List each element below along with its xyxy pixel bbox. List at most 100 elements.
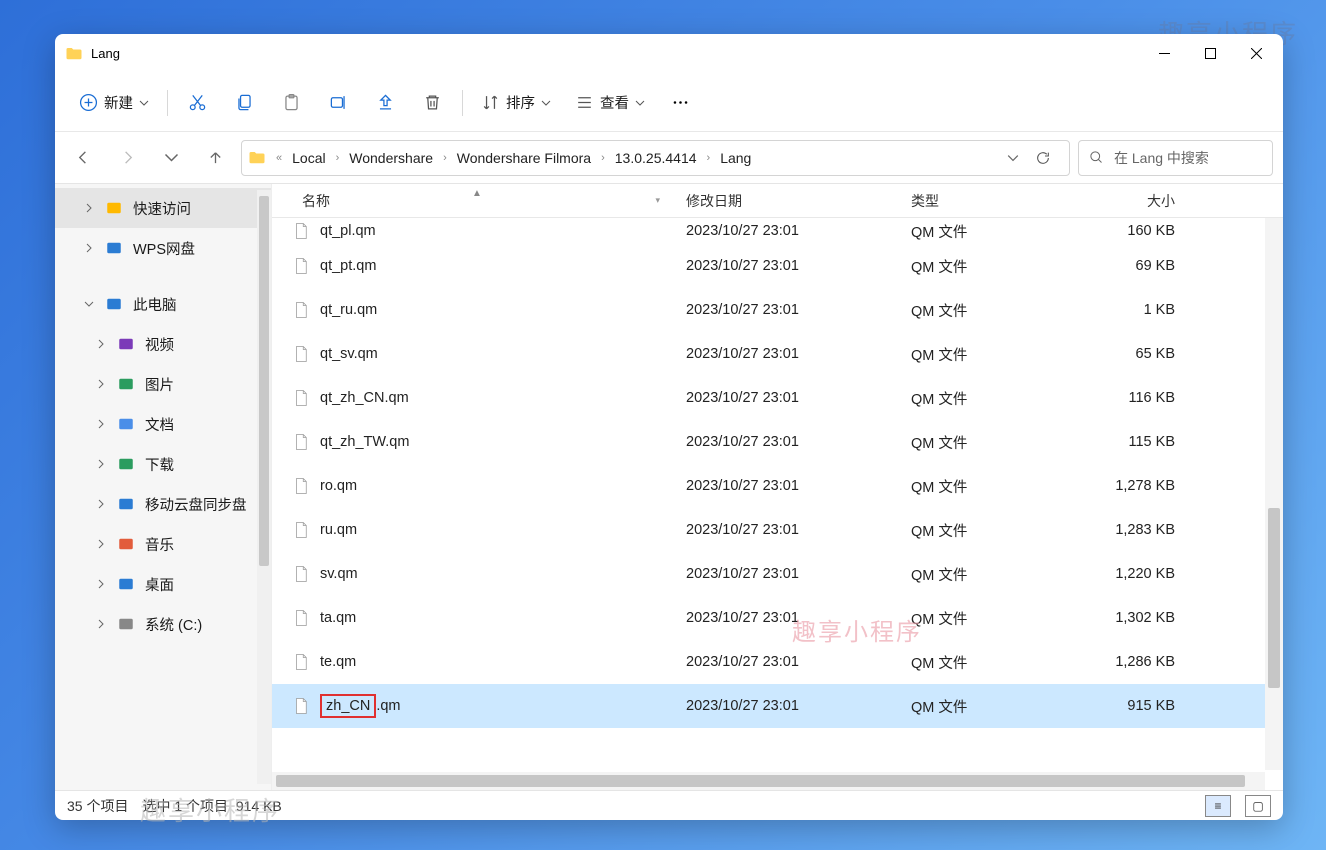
file-type: QM 文件 [901,520,1083,541]
file-size: 116 KB [1083,390,1193,406]
new-button[interactable]: 新建 [67,83,161,123]
sidebar-item-download[interactable]: 下载 [55,444,271,484]
expand-icon [95,498,107,510]
forward-button[interactable] [109,140,145,176]
breadcrumb[interactable]: « Local› Wondershare› Wondershare Filmor… [241,140,1070,176]
horizontal-scrollbar[interactable] [272,772,1265,790]
paste-button[interactable] [268,83,315,123]
share-icon [376,93,395,112]
sidebar-item-disk[interactable]: 系统 (C:) [55,604,271,644]
expand-icon [95,418,107,430]
file-type: QM 文件 [901,432,1083,453]
share-button[interactable] [362,83,409,123]
folder-icon [248,149,266,167]
view-button[interactable]: 查看 [563,83,657,123]
breadcrumb-item[interactable]: Local [292,150,325,166]
titlebar: Lang [55,34,1283,74]
file-icon [292,697,310,715]
minimize-button[interactable] [1141,36,1187,72]
sidebar-label: 音乐 [145,534,174,555]
sidebar-item-pc[interactable]: 此电脑 [55,284,271,324]
sidebar-label: WPS网盘 [133,238,195,259]
column-name[interactable]: ▲名称▾ [292,191,676,211]
sort-icon [481,93,500,112]
expand-icon [95,378,107,390]
tiles-view-button[interactable]: ▢ [1245,795,1271,817]
sidebar-item-music[interactable]: 音乐 [55,524,271,564]
breadcrumb-item[interactable]: Lang [720,150,751,166]
file-date: 2023/10/27 23:01 [676,698,901,714]
file-size: 1,302 KB [1083,610,1193,626]
file-row[interactable]: zh_CN.qm2023/10/27 23:01QM 文件915 KB [272,684,1283,728]
sidebar-item-doc[interactable]: 文档 [55,404,271,444]
expand-icon [95,618,107,630]
file-date: 2023/10/27 23:01 [676,390,901,406]
sidebar-item-star[interactable]: 快速访问 [55,188,271,228]
column-type[interactable]: 类型 [901,191,1083,211]
file-icon [292,609,310,627]
address-bar: « Local› Wondershare› Wondershare Filmor… [55,132,1283,184]
file-row[interactable]: ro.qm2023/10/27 23:01QM 文件1,278 KB [272,464,1283,508]
back-button[interactable] [65,140,101,176]
rename-button[interactable] [315,83,362,123]
sidebar-item-desktop[interactable]: 桌面 [55,564,271,604]
sidebar-item-sync[interactable]: 移动云盘同步盘 [55,484,271,524]
file-size: 1,283 KB [1083,522,1193,538]
file-type: QM 文件 [901,344,1083,365]
cut-button[interactable] [174,83,221,123]
file-name: ro.qm [320,478,676,494]
column-date[interactable]: 修改日期 [676,191,901,211]
sync-icon [117,495,135,513]
file-type: QM 文件 [901,696,1083,717]
breadcrumb-item[interactable]: Wondershare [349,150,433,166]
more-button[interactable] [657,83,704,123]
breadcrumb-item[interactable]: Wondershare Filmora [457,150,591,166]
item-count: 35 个项目 [67,796,128,816]
file-type: QM 文件 [901,300,1083,321]
search-input[interactable]: 在 Lang 中搜索 [1078,140,1273,176]
sidebar-scrollbar[interactable] [257,190,271,784]
file-row[interactable]: qt_zh_CN.qm2023/10/27 23:01QM 文件116 KB [272,376,1283,420]
file-type: QM 文件 [901,476,1083,497]
file-row[interactable]: ta.qm2023/10/27 23:01QM 文件1,302 KB [272,596,1283,640]
sidebar-item-image[interactable]: 图片 [55,364,271,404]
details-view-button[interactable]: ≡ [1205,795,1231,817]
file-row[interactable]: qt_ru.qm2023/10/27 23:01QM 文件1 KB [272,288,1283,332]
file-date: 2023/10/27 23:01 [676,258,901,274]
sidebar-item-video[interactable]: 视频 [55,324,271,364]
close-button[interactable] [1233,36,1279,72]
copy-button[interactable] [221,83,268,123]
chevron-down-icon [139,98,149,108]
file-row[interactable]: te.qm2023/10/27 23:01QM 文件1,286 KB [272,640,1283,684]
up-button[interactable] [197,140,233,176]
sidebar-item-cloud[interactable]: WPS网盘 [55,228,271,268]
file-row[interactable]: qt_pl.qm2023/10/27 23:01QM 文件160 KB [272,218,1283,244]
file-row[interactable]: qt_sv.qm2023/10/27 23:01QM 文件65 KB [272,332,1283,376]
rename-input[interactable]: zh_CN [320,694,376,718]
maximize-button[interactable] [1187,36,1233,72]
column-size[interactable]: 大小 [1083,191,1193,211]
file-type: QM 文件 [901,564,1083,585]
search-icon [1089,150,1104,165]
file-name: zh_CN.qm [320,694,676,718]
file-name: qt_ru.qm [320,302,676,318]
file-row[interactable]: qt_pt.qm2023/10/27 23:01QM 文件69 KB [272,244,1283,288]
sidebar-label: 图片 [145,374,174,395]
chevron-down-icon[interactable]: ▾ [655,195,666,206]
delete-button[interactable] [409,83,456,123]
file-row[interactable]: ru.qm2023/10/27 23:01QM 文件1,283 KB [272,508,1283,552]
sort-button[interactable]: 排序 [469,83,563,123]
chevron-down-icon[interactable] [1007,152,1019,164]
file-row[interactable]: qt_zh_TW.qm2023/10/27 23:01QM 文件115 KB [272,420,1283,464]
download-icon [117,455,135,473]
file-icon [292,257,310,275]
breadcrumb-item[interactable]: 13.0.25.4414 [615,150,697,166]
column-headers: ▲名称▾ 修改日期 类型 大小 [272,184,1283,218]
folder-icon [65,45,83,63]
file-name: sv.qm [320,566,676,582]
vertical-scrollbar[interactable] [1265,218,1283,770]
sidebar-label: 桌面 [145,574,174,595]
recent-button[interactable] [153,140,189,176]
refresh-button[interactable] [1023,140,1063,176]
file-row[interactable]: sv.qm2023/10/27 23:01QM 文件1,220 KB [272,552,1283,596]
